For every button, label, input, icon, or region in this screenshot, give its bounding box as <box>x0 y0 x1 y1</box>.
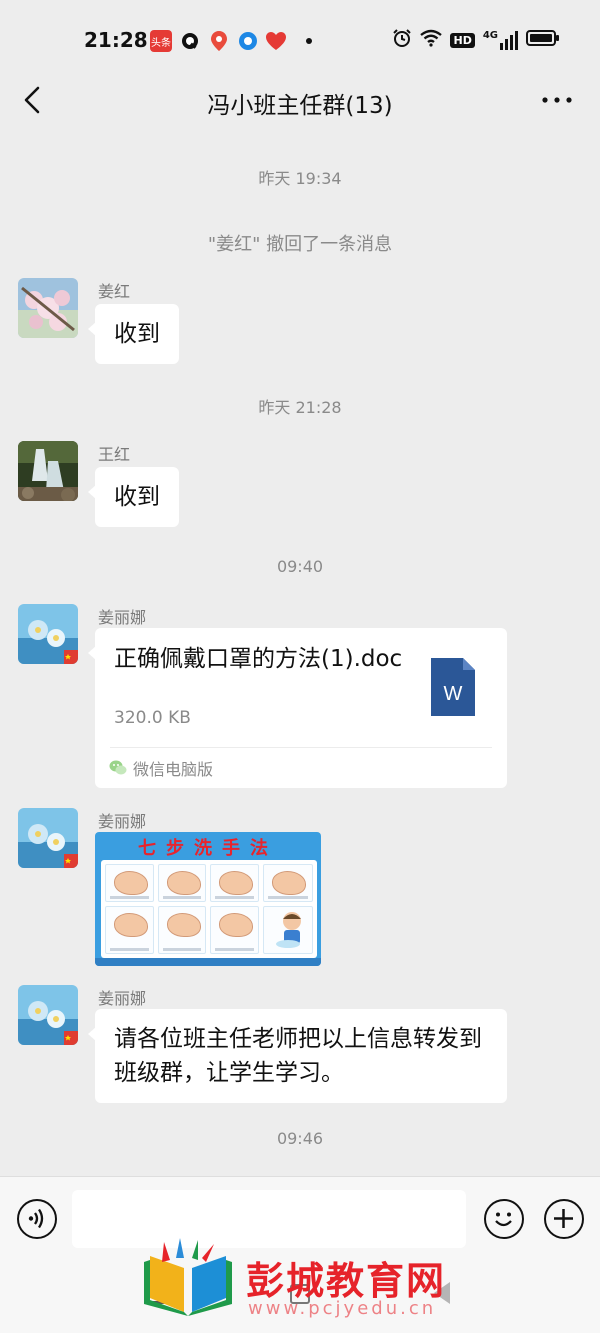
hand-illustration <box>114 913 148 937</box>
toutiao-label: 头条 <box>151 37 171 49</box>
poster-step <box>210 906 259 954</box>
timestamp: 09:46 <box>276 1129 324 1148</box>
status-time: 21:28 <box>84 28 148 52</box>
sender-name: 姜丽娜 <box>98 989 147 1008</box>
file-name: 正确佩戴口罩的方法(1).doc <box>114 646 403 672</box>
waterfall-avatar[interactable] <box>18 441 78 501</box>
chat-header: 冯小班主任群(13) <box>0 72 600 130</box>
cherry-blossom-avatar[interactable] <box>18 278 78 338</box>
blue-flowers-avatar[interactable] <box>18 808 78 868</box>
hand-illustration <box>272 871 306 895</box>
voice-icon <box>28 1208 44 1229</box>
more-functions-button[interactable] <box>544 1199 584 1239</box>
file-message-card[interactable]: 正确佩戴口罩的方法(1).doc 320.0 KB W 微信电脑版 <box>88 628 507 788</box>
message-bubble[interactable]: 收到 <box>88 304 179 364</box>
location-pin-app-icon <box>208 30 230 52</box>
blue-flowers-avatar[interactable] <box>18 604 78 664</box>
divider <box>110 747 492 748</box>
heart-app-icon <box>264 30 288 52</box>
circle-app-icon <box>238 30 258 52</box>
hand-illustration <box>219 871 254 895</box>
poster-step <box>105 864 154 902</box>
book-logo-icon <box>144 1238 232 1316</box>
plus-icon <box>554 1209 573 1228</box>
sender-name: 姜丽娜 <box>98 608 147 627</box>
poster-child-illustration <box>263 906 313 954</box>
sender-name: 姜红 <box>98 282 131 301</box>
file-size: 320.0 KB <box>114 708 191 728</box>
smiley-icon <box>495 1212 512 1227</box>
poster-step <box>263 864 313 902</box>
watermark-url: www.pcjyedu.cn <box>248 1298 437 1319</box>
wifi-icon <box>420 29 443 51</box>
site-watermark: 彭城教育网 www.pcjyedu.cn <box>140 1236 480 1326</box>
file-source-label: 微信电脑版 <box>133 760 214 779</box>
word-document-icon: W <box>431 658 475 716</box>
poster-step <box>210 864 259 902</box>
toutiao-app-icon: 头条 <box>150 30 172 52</box>
more-notifications-dot-icon <box>304 30 314 52</box>
poster-footer <box>95 958 321 966</box>
message-row: 姜红 收到 <box>18 278 498 368</box>
timestamp: 昨天 19:34 <box>258 169 342 188</box>
poster-steps-grid <box>101 860 317 958</box>
poster-step <box>157 906 207 954</box>
hand-illustration <box>114 871 148 895</box>
network-type-label: 4G <box>482 30 498 41</box>
wechat-icon <box>109 760 127 775</box>
file-source: 微信电脑版 <box>109 756 213 780</box>
emoji-button[interactable] <box>484 1199 524 1239</box>
watermark-site-name: 彭城教育网 <box>246 1259 447 1303</box>
sender-name: 王红 <box>98 445 131 464</box>
recall-notice: "姜红" 撤回了一条消息 <box>207 234 393 255</box>
more-dots-icon <box>542 97 572 103</box>
hd-badge: HD <box>450 32 475 48</box>
q-app-icon <box>180 30 200 52</box>
message-row: 姜丽娜 正确佩戴口罩的方法(1).doc 320.0 KB W 微信电脑版 <box>18 604 518 794</box>
voice-input-button[interactable] <box>17 1199 57 1239</box>
hand-illustration <box>166 871 201 895</box>
battery-icon <box>526 29 560 51</box>
more-options-button[interactable] <box>540 84 574 116</box>
message-row: 姜丽娜 七步洗手法 <box>18 808 518 973</box>
status-bar: 21:28 头条 HD 4G <box>0 0 600 80</box>
poster-title: 七步洗手法 <box>138 838 278 859</box>
poster-step <box>105 906 154 954</box>
message-bubble[interactable]: 请各位班主任老师把以上信息转发到班级群，让学生学习。 <box>88 1009 507 1103</box>
message-bubble[interactable]: 收到 <box>88 467 179 527</box>
hand-illustration <box>219 913 254 937</box>
alarm-icon <box>392 28 412 52</box>
message-row: 姜丽娜 请各位班主任老师把以上信息转发到班级群，让学生学习。 <box>18 985 518 1105</box>
handwashing-poster-image[interactable]: 七步洗手法 <box>95 832 321 966</box>
word-icon-letter: W <box>444 683 463 705</box>
chat-title: 冯小班主任群(13) <box>207 93 393 119</box>
system-icons: HD 4G <box>392 29 560 51</box>
sender-name: 姜丽娜 <box>98 812 147 831</box>
hand-illustration <box>166 913 201 937</box>
poster-step <box>157 864 207 902</box>
message-row: 王红 收到 <box>18 441 498 531</box>
timestamp: 昨天 21:28 <box>258 398 342 417</box>
blue-flowers-avatar[interactable] <box>18 985 78 1045</box>
signal-icon: 4G <box>483 30 518 50</box>
timestamp: 09:40 <box>276 557 324 576</box>
